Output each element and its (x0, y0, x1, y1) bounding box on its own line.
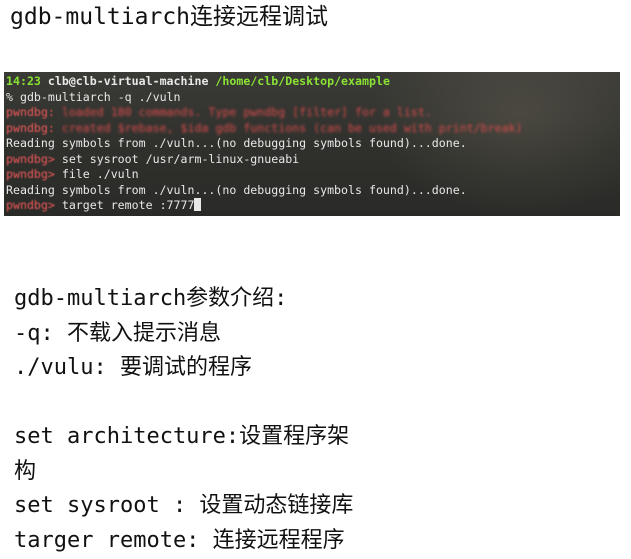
notes-heading: gdb-multiarch参数介绍: (14, 286, 288, 311)
terminal-window[interactable]: 14:23 clb@clb-virtual-machine /home/clb/… (4, 72, 620, 216)
terminal-line: Reading symbols from ./vuln...(no debugg… (4, 136, 620, 152)
terminal-command: set sysroot /usr/arm-linux-gnueabi (61, 151, 300, 166)
prompt-user: clb@clb-virtual-machine (47, 74, 209, 88)
terminal-command: file ./vuln (61, 167, 139, 181)
notes-section: gdb-multiarch参数介绍: -q: 不载入提示消息 ./vulu: 要… (14, 282, 353, 558)
pwndbg-prompt: pwndbg> (6, 198, 62, 212)
terminal-line[interactable]: pwndbg> target remote :7777 (4, 198, 620, 214)
page-title: gdb-multiarch连接远程调试 (10, 4, 329, 30)
text-cursor (194, 198, 202, 211)
terminal-line: pwndbg: loaded 180 commands. Type pwndbg… (4, 105, 620, 121)
note-q-option: -q: 不载入提示消息 (14, 320, 221, 346)
prompt-time: 14:23 (6, 74, 41, 88)
terminal-output: Reading symbols from ./vuln...(no debugg… (6, 182, 467, 197)
terminal-command: target remote :7777 (61, 198, 195, 212)
note-set-architecture: set architecture:设置程序架 (14, 424, 350, 449)
note-targer-remote: targer remote: 连接远程程序 (14, 527, 345, 553)
pwndbg-prompt: pwndbg> (6, 151, 62, 166)
prompt-path: /home/clb/Desktop/example (215, 74, 390, 88)
note-spacer (14, 386, 353, 421)
pwndbg-prompt: pwndbg: (6, 105, 62, 119)
note-set-sysroot: set sysroot : 设置动态链接库 (14, 493, 354, 518)
terminal-command: gdb-multiarch -q ./vuln (19, 89, 181, 104)
terminal-prompt-line: 14:23 clb@clb-virtual-machine /home/clb/… (4, 74, 620, 90)
terminal-line: % gdb-multiarch -q ./vuln (4, 90, 620, 106)
terminal-output: loaded 180 commands. Type pwndbg [filter… (61, 105, 432, 119)
terminal-line: pwndbg> file ./vuln (4, 167, 620, 183)
pwndbg-prompt: pwndbg> (6, 167, 62, 181)
note-vulu: ./vulu: 要调试的程序 (14, 355, 252, 380)
terminal-output: created $rebase, $ida gdb functions (can… (61, 120, 523, 135)
terminal-line: pwndbg> set sysroot /usr/arm-linux-gnuea… (4, 152, 620, 168)
terminal-output: Reading symbols from ./vuln...(no debugg… (6, 136, 467, 150)
terminal-line: pwndbg: created $rebase, $ida gdb functi… (4, 121, 620, 137)
shell-prompt-symbol: % (6, 89, 20, 104)
pwndbg-prompt: pwndbg: (6, 120, 62, 135)
terminal-line: Reading symbols from ./vuln...(no debugg… (4, 183, 620, 199)
note-set-architecture-cont: 构 (14, 458, 37, 484)
